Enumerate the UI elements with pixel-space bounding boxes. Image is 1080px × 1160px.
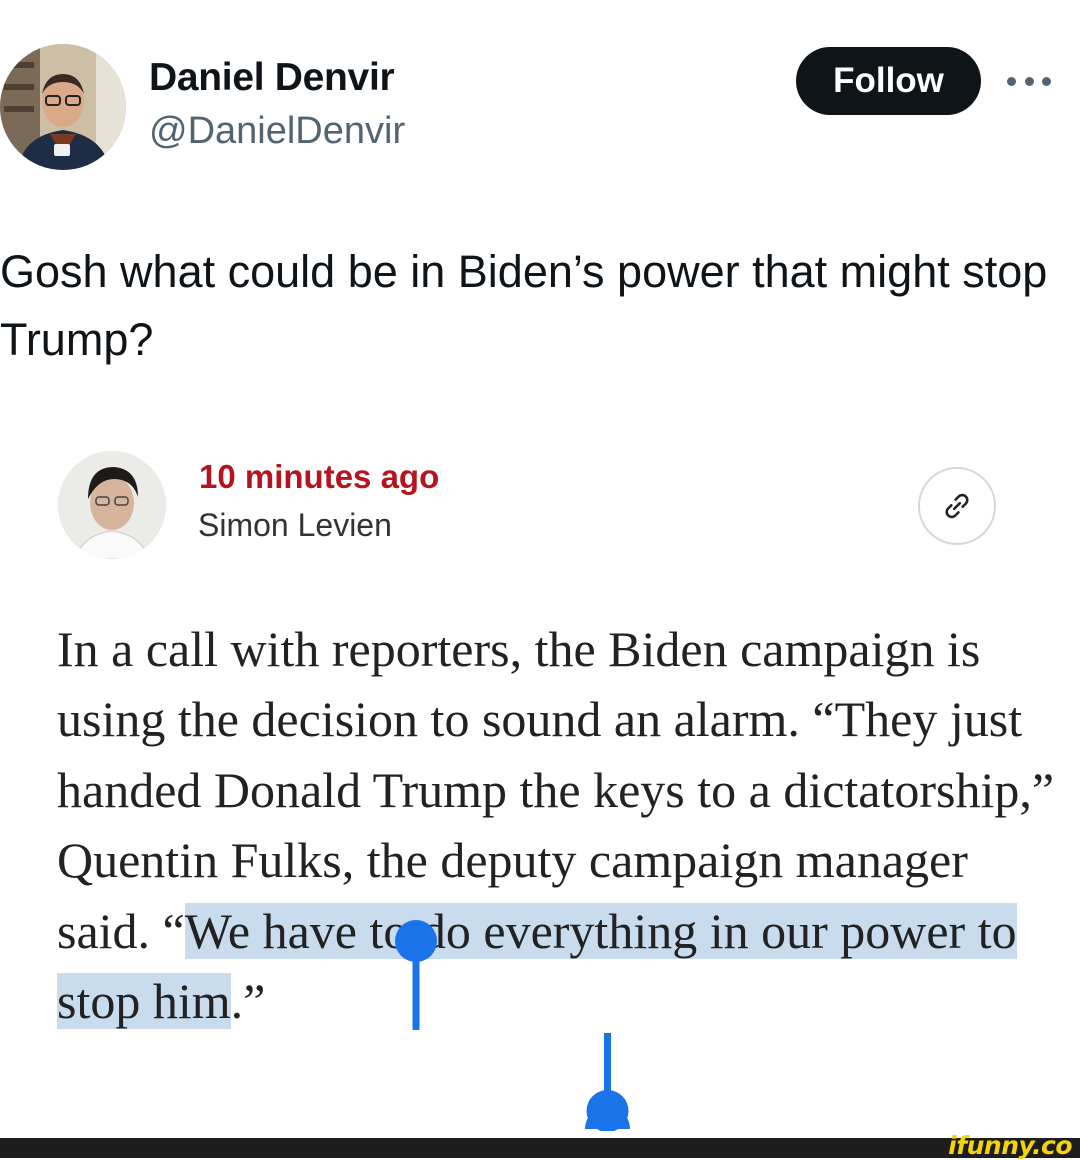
ellipsis-icon[interactable] <box>1007 66 1051 96</box>
link-icon <box>945 493 969 519</box>
selected-text[interactable]: We have to do everything in our power to… <box>57 902 1017 1030</box>
author-avatar-image <box>0 44 126 170</box>
copy-link-button[interactable] <box>918 467 996 545</box>
byline-author[interactable]: Simon Levien <box>198 507 392 544</box>
tweet-text: Gosh what could be in Biden’s power that… <box>0 246 1048 365</box>
article-body[interactable]: In a call with reporters, the Biden camp… <box>57 614 1057 1036</box>
byline-avatar <box>58 451 166 559</box>
author-handle[interactable]: @DanielDenvir <box>149 110 405 153</box>
ellipsis-dot <box>1024 76 1034 86</box>
timestamp: 10 minutes ago <box>199 458 440 495</box>
ellipsis-dot <box>1042 76 1051 86</box>
article-body-tail: .” <box>230 973 266 1030</box>
footer-bar <box>0 1138 1080 1158</box>
byline-avatar-image <box>58 451 166 559</box>
ifunny-watermark: ifunny.co <box>948 1131 1072 1160</box>
ellipsis-dot <box>1007 76 1016 86</box>
author-avatar[interactable] <box>0 44 126 170</box>
selection-end-handle[interactable] <box>582 1033 634 1131</box>
author-display-name[interactable]: Daniel Denvir <box>149 56 395 100</box>
follow-button[interactable]: Follow <box>796 47 981 115</box>
